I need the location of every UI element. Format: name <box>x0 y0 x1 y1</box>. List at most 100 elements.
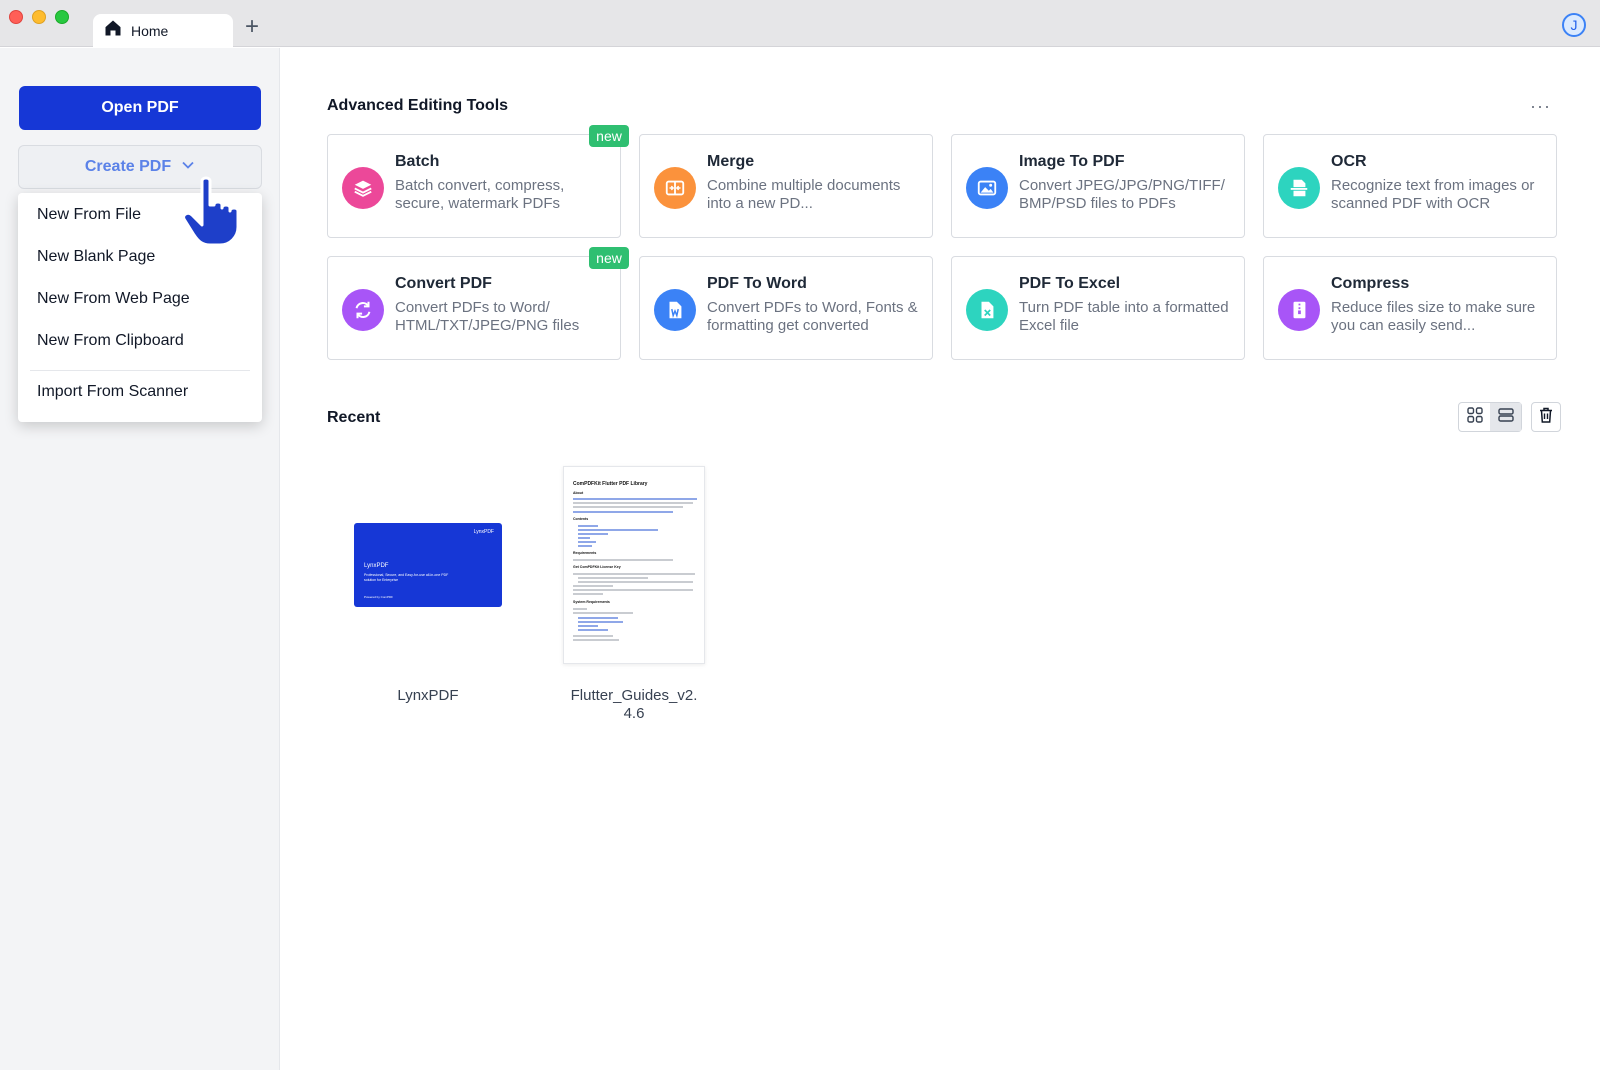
tool-card-title: Convert PDF <box>395 275 492 292</box>
doc-line <box>578 537 590 539</box>
tool-card-image-to-pdf[interactable]: Image To PDF Convert JPEG/JPG/PNG/TIFF/ … <box>951 134 1245 238</box>
tool-card-compress[interactable]: Compress Reduce files size to make sure … <box>1263 256 1557 360</box>
thumb-footer: Powered by ComPDF <box>364 595 394 599</box>
title-bar: Home + J <box>0 0 1600 47</box>
tool-card-desc: Batch convert, compress, secure, waterma… <box>395 177 565 212</box>
hand-cursor-icon <box>180 175 246 249</box>
tool-card-title: PDF To Excel <box>1019 275 1121 292</box>
trash-icon <box>1537 406 1555 429</box>
thumb-subtitle: Professional, Secure, and Easy-for-use a… <box>364 573 449 582</box>
doc-line <box>578 541 596 543</box>
thumb-doc-title: ComPDFKit Flutter PDF Library <box>573 481 648 487</box>
file-thumbnail-lynxpdf[interactable]: LynxPDF LynxPDF Professional, Secure, an… <box>354 523 502 607</box>
tool-card-title: Merge <box>707 153 755 170</box>
close-window-button[interactable] <box>9 10 23 24</box>
doc-line <box>573 506 683 508</box>
tool-card-ocr[interactable]: OCR Recognize text from images or scanne… <box>1263 134 1557 238</box>
thumb-logo-text: LynxPDF <box>473 529 494 535</box>
tool-card-convert-pdf[interactable]: Convert PDF Convert PDFs to Word/ HTML/T… <box>327 256 621 360</box>
doc-line <box>578 529 658 531</box>
tool-card-desc: Convert JPEG/JPG/PNG/TIFF/ BMP/PSD files… <box>1019 177 1225 212</box>
tool-card-desc: Turn PDF table into a formatted Excel fi… <box>1019 299 1229 334</box>
doc-line <box>578 533 608 535</box>
tool-card-desc: Convert PDFs to Word/ HTML/TXT/JPEG/PNG … <box>395 299 580 334</box>
doc-line <box>578 577 648 579</box>
doc-line <box>578 581 693 583</box>
layers-icon <box>342 167 384 209</box>
tab-home[interactable]: Home <box>93 14 233 47</box>
zoom-window-button[interactable] <box>55 10 69 24</box>
thumb-doc-heading: Contents <box>573 517 589 521</box>
doc-line <box>578 629 608 631</box>
tools-section-title: Advanced Editing Tools <box>327 97 509 114</box>
new-badge: new <box>589 125 629 147</box>
doc-line <box>578 525 598 527</box>
tool-card-batch[interactable]: Batch Batch convert, compress, secure, w… <box>327 134 621 238</box>
compress-icon <box>1278 289 1320 331</box>
doc-line <box>573 593 603 595</box>
view-toggle <box>1458 402 1522 432</box>
home-icon <box>103 18 123 43</box>
doc-line <box>573 585 613 587</box>
tool-card-desc: Recognize text from images or scanned PD… <box>1331 177 1535 212</box>
doc-line <box>578 625 598 627</box>
word-icon <box>654 289 696 331</box>
tool-card-title: Image To PDF <box>1019 153 1125 170</box>
tool-card-pdf-to-excel[interactable]: PDF To Excel Turn PDF table into a forma… <box>951 256 1245 360</box>
recent-section-title: Recent <box>327 409 381 426</box>
merge-icon <box>654 167 696 209</box>
list-view-button[interactable] <box>1490 403 1521 431</box>
thumb-doc-heading: System Requirements <box>573 600 610 604</box>
doc-line <box>573 639 619 641</box>
thumb-title: LynxPDF <box>364 563 389 569</box>
doc-line <box>573 511 673 513</box>
doc-line <box>578 545 592 547</box>
delete-button[interactable] <box>1531 402 1561 432</box>
doc-line <box>573 502 693 504</box>
avatar[interactable]: J <box>1562 13 1586 37</box>
minimize-window-button[interactable] <box>32 10 46 24</box>
doc-line <box>573 608 587 610</box>
menu-item-new-from-clipboard[interactable]: New From Clipboard <box>37 332 184 350</box>
doc-line <box>573 612 633 614</box>
tool-card-title: OCR <box>1331 153 1367 170</box>
tool-card-desc: Convert PDFs to Word, Fonts & formatting… <box>707 299 918 334</box>
doc-line <box>578 617 618 619</box>
doc-line <box>573 498 697 500</box>
menu-item-import-from-scanner[interactable]: Import From Scanner <box>37 383 188 401</box>
menu-item-new-blank-page[interactable]: New Blank Page <box>37 248 155 266</box>
file-name[interactable]: Flutter_Guides_v2. 4.6 <box>556 687 712 723</box>
thumb-doc-heading: Get ComPDFKit License Key <box>573 565 621 569</box>
doc-line <box>573 589 693 591</box>
doc-line <box>573 573 695 575</box>
thumb-doc-heading: Requirements <box>573 551 597 555</box>
scan-icon <box>1278 167 1320 209</box>
thumb-doc-heading: About <box>573 491 584 495</box>
new-tab-button[interactable]: + <box>240 15 264 40</box>
grid-view-button[interactable] <box>1459 403 1490 431</box>
new-badge: new <box>589 247 629 269</box>
doc-line <box>578 621 623 623</box>
file-thumbnail-flutter-guides[interactable]: ComPDFKit Flutter PDF Library About Cont… <box>563 466 705 664</box>
more-options-icon[interactable]: ··· <box>1530 96 1551 117</box>
doc-line <box>573 635 613 637</box>
grid-icon <box>1466 406 1484 429</box>
tool-card-desc: Combine multiple documents into a new PD… <box>707 177 901 212</box>
menu-item-new-from-file[interactable]: New From File <box>37 206 141 224</box>
doc-line <box>573 559 673 561</box>
list-icon <box>1497 406 1515 429</box>
tool-card-title: Batch <box>395 153 440 170</box>
tool-card-pdf-to-word[interactable]: PDF To Word Convert PDFs to Word, Fonts … <box>639 256 933 360</box>
menu-divider <box>30 370 250 371</box>
convert-icon <box>342 289 384 331</box>
create-pdf-label: Create PDF <box>84 158 172 175</box>
chevron-down-icon <box>181 158 195 177</box>
tool-card-merge[interactable]: Merge Combine multiple documents into a … <box>639 134 933 238</box>
file-name[interactable]: LynxPDF <box>378 687 478 705</box>
tool-card-desc: Reduce files size to make sure you can e… <box>1331 299 1536 334</box>
open-pdf-button[interactable]: Open PDF <box>19 86 261 130</box>
tool-card-title: PDF To Word <box>707 275 807 292</box>
menu-item-new-from-web-page[interactable]: New From Web Page <box>37 290 190 308</box>
image-icon <box>966 167 1008 209</box>
tab-label: Home <box>131 22 169 39</box>
